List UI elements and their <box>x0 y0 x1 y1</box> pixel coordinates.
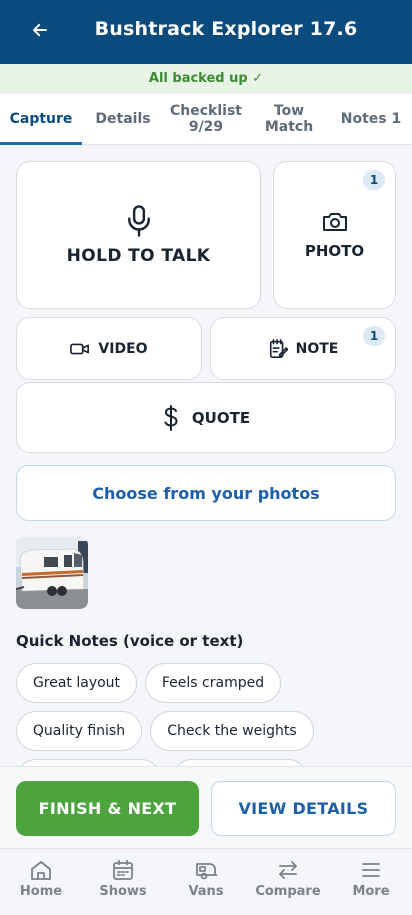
tab-details[interactable]: Details <box>82 94 164 144</box>
quick-note-chip[interactable]: Great layout <box>16 663 137 703</box>
quote-button[interactable]: QUOTE <box>16 382 396 453</box>
action-bar: FINISH & NEXT VIEW DETAILS <box>0 766 412 848</box>
photo-count-badge: 1 <box>363 170 385 190</box>
page-title: Bushtrack Explorer 17.6 <box>94 18 358 40</box>
app-header: Bushtrack Explorer 17.6 <box>0 0 412 64</box>
caravan-photo <box>16 537 88 609</box>
tab-tow-match[interactable]: Tow Match <box>248 94 330 144</box>
nav-more[interactable]: More <box>330 859 412 909</box>
nav-shows[interactable]: Shows <box>82 859 164 909</box>
microphone-icon <box>127 205 150 237</box>
view-details-button[interactable]: VIEW DETAILS <box>211 781 396 836</box>
calendar-icon <box>113 860 133 880</box>
photo-thumbnail[interactable] <box>16 537 88 609</box>
note-button[interactable]: 1 NOTE <box>210 317 396 380</box>
tab-capture[interactable]: Capture <box>0 94 82 145</box>
nav-vans[interactable]: Vans <box>165 859 247 909</box>
photo-button[interactable]: 1 PHOTO <box>273 161 396 309</box>
video-label: VIDEO <box>98 340 148 357</box>
choose-photos-button[interactable]: Choose from your photos <box>16 465 396 521</box>
note-count-badge: 1 <box>363 326 385 346</box>
tab-notes[interactable]: Notes 1 <box>330 94 412 144</box>
caravan-icon <box>196 863 217 880</box>
tab-bar: Capture Details Checklist 9/29 Tow Match… <box>0 94 412 145</box>
camera-icon <box>322 213 347 231</box>
back-button[interactable] <box>26 16 54 44</box>
photo-label: PHOTO <box>304 242 365 260</box>
quick-note-chip[interactable]: Quality finish <box>16 711 142 751</box>
video-camera-icon <box>70 343 90 354</box>
finish-next-button[interactable]: FINISH & NEXT <box>16 781 199 836</box>
quick-note-chip[interactable]: Check the weights <box>150 711 314 751</box>
nav-compare[interactable]: Compare <box>247 859 329 909</box>
arrow-left-icon <box>33 23 47 37</box>
bottom-navigation: Home Shows Vans Compare More <box>0 848 412 915</box>
quote-label: QUOTE <box>191 408 251 427</box>
menu-icon <box>362 863 380 877</box>
dollar-icon <box>164 404 178 431</box>
video-button[interactable]: VIDEO <box>16 317 202 380</box>
home-icon <box>31 861 51 880</box>
hold-to-talk-button[interactable]: HOLD TO TALK <box>16 161 261 309</box>
note-label: NOTE <box>295 340 339 357</box>
backup-status: All backed up ✓ <box>0 64 412 94</box>
quick-notes-title: Quick Notes (voice or text) <box>16 632 244 650</box>
quick-note-chip[interactable]: Feels cramped <box>145 663 281 703</box>
hold-to-talk-label: HOLD TO TALK <box>66 246 211 266</box>
tab-checklist[interactable]: Checklist 9/29 <box>164 94 248 144</box>
notepad-icon <box>269 338 288 358</box>
compare-arrows-icon <box>279 861 297 879</box>
nav-home[interactable]: Home <box>0 859 82 909</box>
